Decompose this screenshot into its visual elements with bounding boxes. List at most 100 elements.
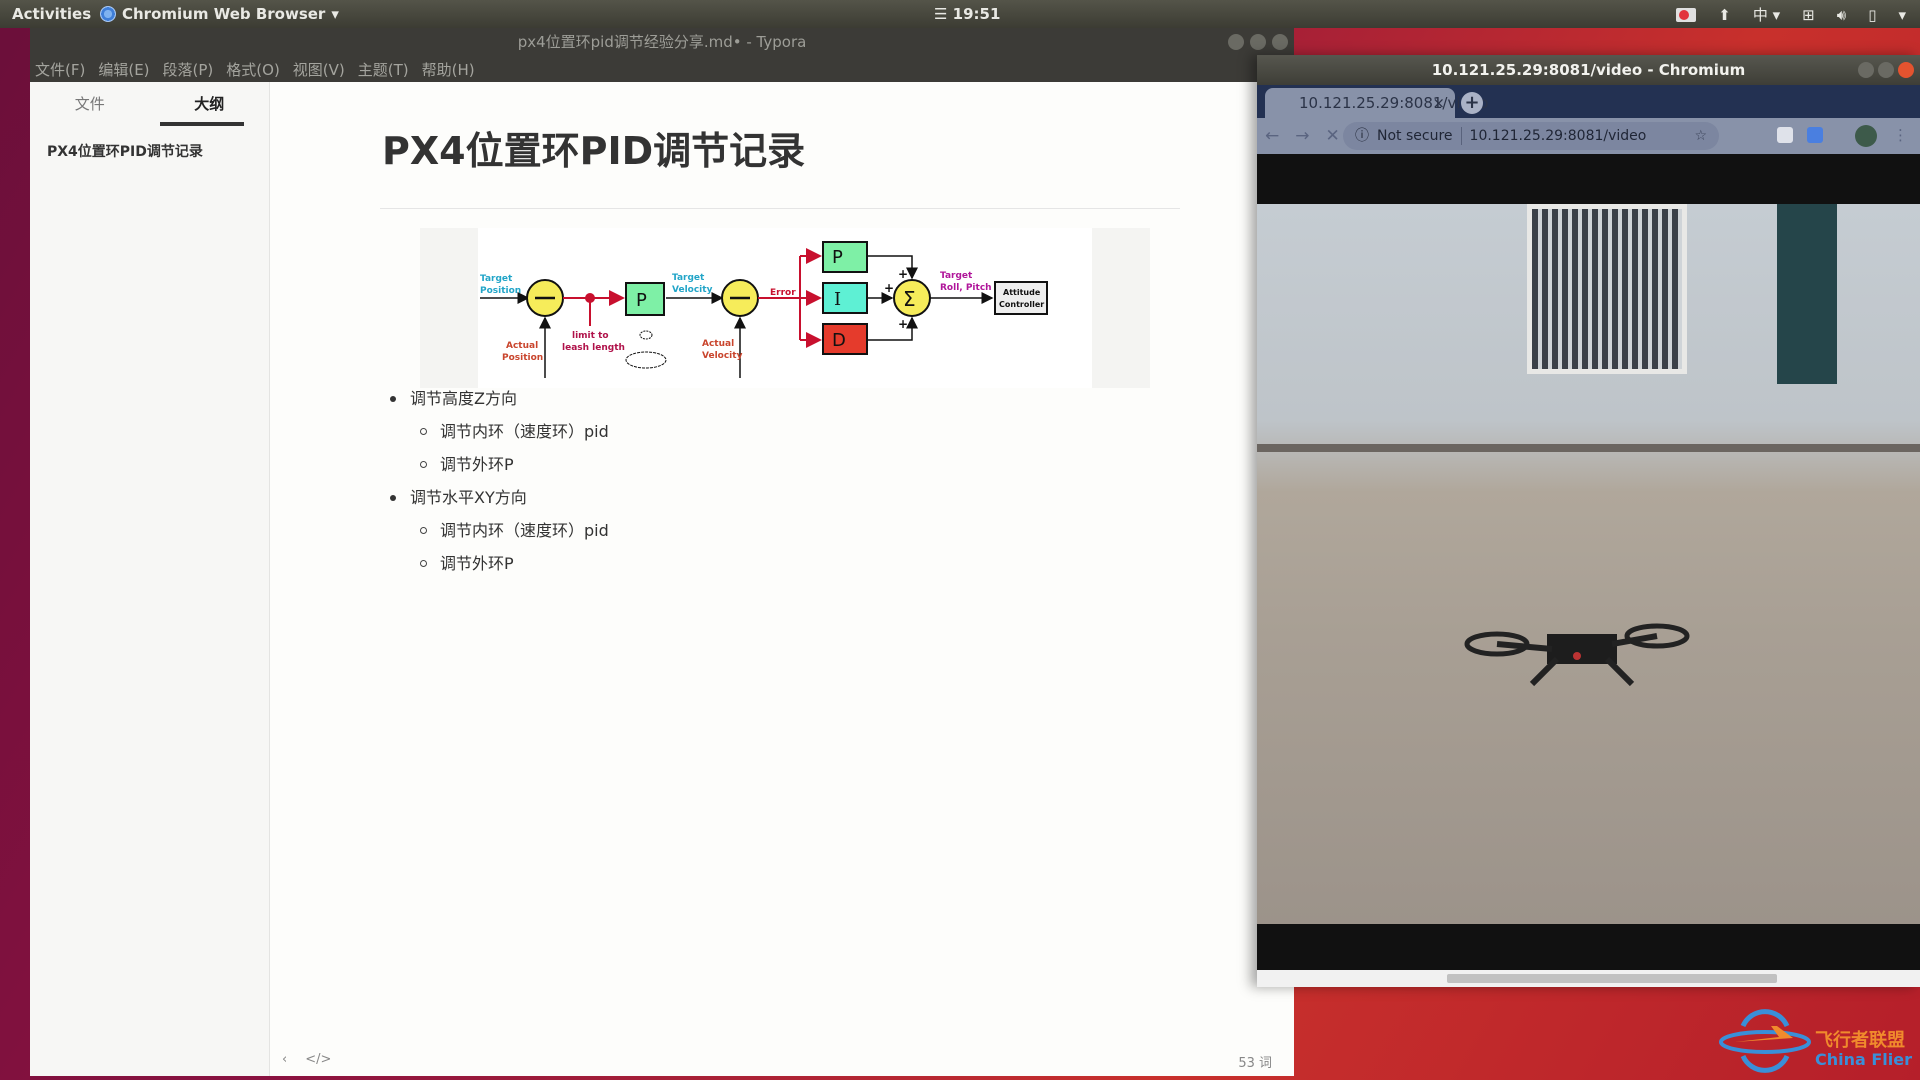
outline-item[interactable]: PX4位置环PID调节记录 [30, 128, 269, 161]
typora-window: px4位置环pid调节经验分享.md• - Typora 文件(F) 编辑(E)… [30, 28, 1294, 1076]
translate-extension-icon[interactable] [1807, 127, 1823, 143]
status-bar: ‹ </> 53 词 [270, 1044, 1294, 1076]
divider [380, 208, 1180, 209]
plane-logo-icon [1719, 1009, 1811, 1073]
active-tab-indicator [160, 122, 244, 126]
menu-bar: 文件(F) 编辑(E) 段落(P) 格式(O) 视图(V) 主题(T) 帮助(H… [30, 56, 1294, 82]
close-button[interactable] [1898, 62, 1914, 78]
menu-paragraph[interactable]: 段落(P) [163, 59, 214, 80]
volume-icon[interactable]: 🔊︎ [1837, 6, 1846, 24]
app-menu[interactable]: Chromium Web Browser ▾ [100, 5, 339, 23]
menu-view[interactable]: 视图(V) [293, 59, 345, 80]
network-icon[interactable]: ⊞ [1802, 6, 1815, 24]
label-error: Error [770, 288, 796, 298]
profile-avatar[interactable] [1855, 125, 1877, 147]
attitude-label-1: Attitude [1003, 288, 1041, 297]
video-stream[interactable] [1257, 204, 1920, 924]
activities-button[interactable]: Activities [12, 5, 91, 23]
label-limit: limit to [572, 331, 609, 341]
background-window [1527, 204, 1687, 374]
minimize-button[interactable] [1228, 34, 1244, 50]
chromium-titlebar: 10.121.25.29:8081/video - Chromium [1257, 55, 1920, 85]
battery-icon[interactable]: ▯ [1868, 6, 1876, 24]
address-bar[interactable]: ⓘ Not secure 10.121.25.29:8081/video ☆ [1343, 122, 1719, 150]
close-button[interactable] [1272, 34, 1288, 50]
sum-label: Σ [903, 287, 916, 311]
chevron-down-icon: ▾ [331, 5, 339, 23]
toggle-sidebar-button[interactable]: ‹ [282, 1052, 287, 1067]
url-text[interactable]: 10.121.25.29:8081/video [1470, 122, 1647, 150]
chromium-window: 10.121.25.29:8081/video - Chromium 10.12… [1257, 55, 1920, 987]
label-target-position-2: Position [480, 286, 521, 296]
list-item: 调节外环P [380, 547, 609, 580]
list-item: 调节外环P [380, 448, 609, 481]
plus-mid: + [884, 281, 894, 295]
document-title: PX4位置环PID调节记录 [382, 129, 806, 173]
block-p-outer-label: P [636, 290, 647, 311]
list-item: 调节高度Z方向 [380, 382, 609, 415]
system-tray: ⬆ 中 ▾ ⊞ 🔊︎ ▯ ▾ [1676, 4, 1906, 25]
chromium-icon [100, 6, 116, 22]
accessibility-icon[interactable]: ⬆ [1718, 6, 1731, 24]
info-icon[interactable]: ⓘ [1355, 122, 1369, 150]
list-item: 调节内环（速度环）pid [380, 415, 609, 448]
tab-strip: 10.121.25.29:8081/video × + [1257, 85, 1920, 118]
list-item: 调节水平XY方向 [380, 481, 609, 514]
typora-titlebar: px4位置环pid调节经验分享.md• - Typora [30, 28, 1294, 56]
block-p-label: P [832, 247, 843, 268]
security-label: Not secure [1377, 128, 1453, 144]
block-attitude-controller [994, 281, 1048, 315]
drone-image [1464, 623, 1690, 687]
menu-format[interactable]: 格式(O) [226, 59, 280, 80]
watermark-en: China Flier [1815, 1050, 1913, 1069]
label-actual-velocity: Actual [702, 339, 734, 349]
label-limit-2: leash length [562, 343, 625, 353]
label-actual-position: Actual [506, 341, 538, 351]
floor-baseboard [1257, 444, 1920, 452]
tab-files[interactable]: 文件 [30, 82, 150, 128]
record-icon[interactable] [1676, 7, 1697, 22]
camera-extension-icon[interactable] [1777, 127, 1793, 143]
sidebar: 文件 大纲 PX4位置环PID调节记录 [30, 82, 270, 1076]
list-item: 调节内环（速度环）pid [380, 514, 609, 547]
maximize-button[interactable] [1878, 62, 1894, 78]
back-button[interactable]: ← [1265, 126, 1279, 146]
menu-edit[interactable]: 编辑(E) [98, 59, 149, 80]
scrollbar-thumb[interactable] [1447, 974, 1777, 983]
plus-bottom: + [898, 317, 908, 331]
window-title: 10.121.25.29:8081/video - Chromium [1431, 61, 1746, 79]
word-count[interactable]: 53 词 [1238, 1052, 1272, 1071]
browser-toolbar: ← → ✕ ⓘ Not secure 10.121.25.29:8081/vid… [1257, 118, 1920, 154]
source-mode-button[interactable]: </> [305, 1052, 331, 1067]
attitude-label-2: Controller [999, 300, 1044, 309]
label-actual-position-2: Position [502, 353, 543, 363]
background-curtain [1777, 204, 1837, 384]
menu-kebab-icon[interactable]: ⋮ [1893, 126, 1908, 144]
minimize-button[interactable] [1858, 62, 1874, 78]
forward-button[interactable]: → [1295, 126, 1309, 146]
chevron-down-icon[interactable]: ▾ [1898, 6, 1906, 24]
block-d-label: D [832, 330, 846, 351]
maximize-button[interactable] [1250, 34, 1266, 50]
pid-diagram-image: Target Position Actual Position limit to… [420, 228, 1150, 388]
menu-help[interactable]: 帮助(H) [422, 59, 475, 80]
label-target-velocity-2: Velocity [672, 285, 713, 295]
block-i [822, 282, 868, 314]
browser-tab[interactable]: 10.121.25.29:8081/video × [1265, 88, 1488, 118]
horizontal-scrollbar[interactable] [1257, 970, 1920, 987]
label-actual-velocity-2: Velocity [702, 351, 743, 361]
watermark-cn: 飞行者联盟 [1815, 1030, 1905, 1051]
stop-button[interactable]: ✕ [1326, 126, 1340, 146]
clock[interactable]: ☰ 19:51 [934, 5, 1000, 23]
editor[interactable]: PX4位置环PID调节记录 Target Position Actual Pos… [270, 82, 1294, 1076]
close-tab-icon[interactable]: × [1432, 88, 1445, 118]
menu-theme[interactable]: 主题(T) [358, 59, 409, 80]
input-method-label: 中 [1752, 6, 1768, 24]
menu-file[interactable]: 文件(F) [35, 59, 85, 80]
app-menu-label: Chromium Web Browser [122, 5, 326, 23]
plus-top: + [898, 267, 908, 281]
input-method-indicator[interactable]: 中 ▾ [1753, 4, 1780, 25]
new-tab-button[interactable]: + [1461, 92, 1483, 114]
bookmark-star-icon[interactable]: ☆ [1694, 122, 1707, 150]
label-target-position: Target [480, 274, 513, 284]
